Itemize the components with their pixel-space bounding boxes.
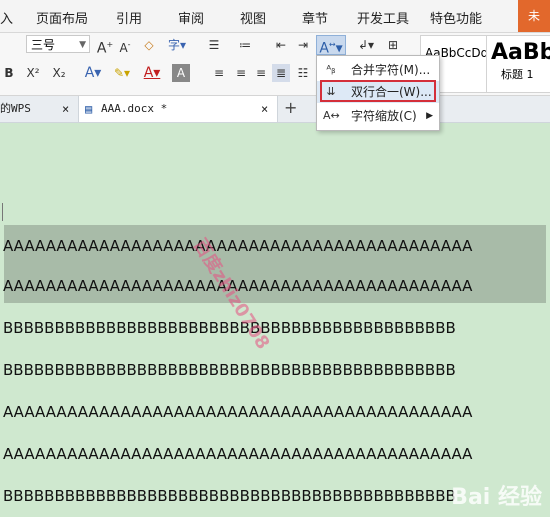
chevron-down-icon: ▼ <box>79 40 86 50</box>
decrease-indent-icon[interactable]: ⇤ <box>272 36 290 54</box>
superscript-icon[interactable]: X² <box>24 64 42 82</box>
menu-item-label: 合并字符(M)... <box>351 63 431 77</box>
style-preview-heading: AaBb <box>491 40 550 65</box>
menu-developer[interactable]: 开发工具 <box>357 8 409 27</box>
document-line[interactable]: AAAAAAAAAAAAAAAAAAAAAAAAAAAAAAAAAAAAAAAA… <box>3 445 550 463</box>
phonetic-guide-icon[interactable]: 字▾ <box>164 36 190 54</box>
align-right-icon[interactable]: ≡ <box>252 64 270 82</box>
menu-insert[interactable]: 入 <box>0 8 13 27</box>
char-shading-icon[interactable]: A <box>172 64 190 82</box>
numbered-list-icon[interactable]: ≔ <box>236 36 254 54</box>
chevron-right-icon: ▶ <box>426 111 433 121</box>
word-doc-icon: ▤ <box>85 102 93 116</box>
grow-font-icon[interactable]: A+ <box>96 36 114 57</box>
clear-format-icon[interactable]: ◇ <box>140 36 158 54</box>
top-right-tab[interactable]: 未 <box>518 0 550 32</box>
bold-button[interactable]: B <box>0 64 18 82</box>
menu-chapter[interactable]: 章节 <box>302 8 328 27</box>
combine-chars-icon: ᴬᵦ <box>326 63 336 76</box>
font-color-icon[interactable]: A▾ <box>140 64 164 82</box>
font-size-select[interactable]: 三号 ▼ <box>26 35 90 53</box>
menu-item-char-scale[interactable]: A↔ 字符缩放(C) ▶ <box>317 105 439 127</box>
tab-aaa-docx[interactable]: ▤ AAA.docx * × <box>78 96 278 122</box>
char-scale-icon: A↔ <box>323 109 340 122</box>
text-effect-icon[interactable]: A▾ <box>82 64 104 82</box>
document-line[interactable]: AAAAAAAAAAAAAAAAAAAAAAAAAAAAAAAAAAAAAAAA… <box>3 403 550 421</box>
subscript-icon[interactable]: X₂ <box>50 64 68 82</box>
ribbon-toolbar: 三号 ▼ A+ A- ◇ 字▾ ☰ ≔ ⇤ ⇥ A↔▾ ↲▾ ⊞ B X² X₂… <box>0 33 550 96</box>
document-line[interactable]: AAAAAAAAAAAAAAAAAAAAAAAAAAAAAAAAAAAAAAAA… <box>3 277 550 295</box>
menu-item-label: 字符缩放(C) <box>351 109 417 123</box>
font-size-value: 三号 <box>31 38 56 52</box>
menu-view[interactable]: 视图 <box>240 8 266 27</box>
align-center-icon[interactable]: ≡ <box>232 64 250 82</box>
char-scale-dropdown-menu: ᴬᵦ 合并字符(M)... ⇊ 双行合一(W)... A↔ 字符缩放(C) ▶ <box>316 55 440 131</box>
shrink-font-icon[interactable]: A- <box>116 36 134 55</box>
justify-icon[interactable]: ≣ <box>272 64 290 82</box>
menu-special-features[interactable]: 特色功能 <box>430 8 482 27</box>
document-tab-bar: 的WPS × ▤ AAA.docx * × + <box>0 96 550 123</box>
style-heading-1[interactable]: AaBb 标题 1 <box>486 35 550 93</box>
document-line[interactable]: BBBBBBBBBBBBBBBBBBBBBBBBBBBBBBBBBBBBBBBB… <box>3 361 550 379</box>
menu-references[interactable]: 引用 <box>116 8 142 27</box>
tab-my-wps[interactable]: 的WPS × <box>0 96 76 122</box>
distributed-align-icon[interactable]: ☷ <box>294 64 312 82</box>
style-label-heading: 标题 1 <box>501 68 534 81</box>
close-icon[interactable]: × <box>261 96 268 122</box>
menu-review[interactable]: 审阅 <box>178 8 204 27</box>
paragraph-margin-mark <box>2 203 3 221</box>
text-direction-icon[interactable]: ↲▾ <box>356 36 376 54</box>
increase-indent-icon[interactable]: ⇥ <box>294 36 312 54</box>
new-tab-plus-icon[interactable]: + <box>284 98 297 117</box>
baidu-logo: Bai 经验 <box>451 485 542 510</box>
highlight-box <box>320 80 436 102</box>
tab-label: AAA.docx * <box>101 102 168 115</box>
highlight-icon[interactable]: ✎▾ <box>110 64 134 82</box>
document-line[interactable]: AAAAAAAAAAAAAAAAAAAAAAAAAAAAAAAAAAAAAAAA… <box>3 237 550 255</box>
close-icon[interactable]: × <box>62 96 69 122</box>
document-area[interactable]: AAAAAAAAAAAAAAAAAAAAAAAAAAAAAAAAAAAAAAAA… <box>0 123 550 517</box>
menu-page-layout[interactable]: 页面布局 <box>36 8 88 27</box>
document-line[interactable]: BBBBBBBBBBBBBBBBBBBBBBBBBBBBBBBBBBBBBBBB… <box>3 319 550 337</box>
menu-bar: 入 页面布局 引用 审阅 视图 章节 开发工具 特色功能 未 <box>0 0 550 33</box>
char-scale-dropdown-button[interactable]: A↔▾ <box>316 35 346 57</box>
table-icon[interactable]: ⊞ <box>384 36 402 54</box>
bullet-list-icon[interactable]: ☰ <box>205 36 223 54</box>
menu-item-combine-chars[interactable]: ᴬᵦ 合并字符(M)... <box>317 59 439 81</box>
tab-label: 的WPS <box>0 102 31 115</box>
align-left-icon[interactable]: ≡ <box>210 64 228 82</box>
